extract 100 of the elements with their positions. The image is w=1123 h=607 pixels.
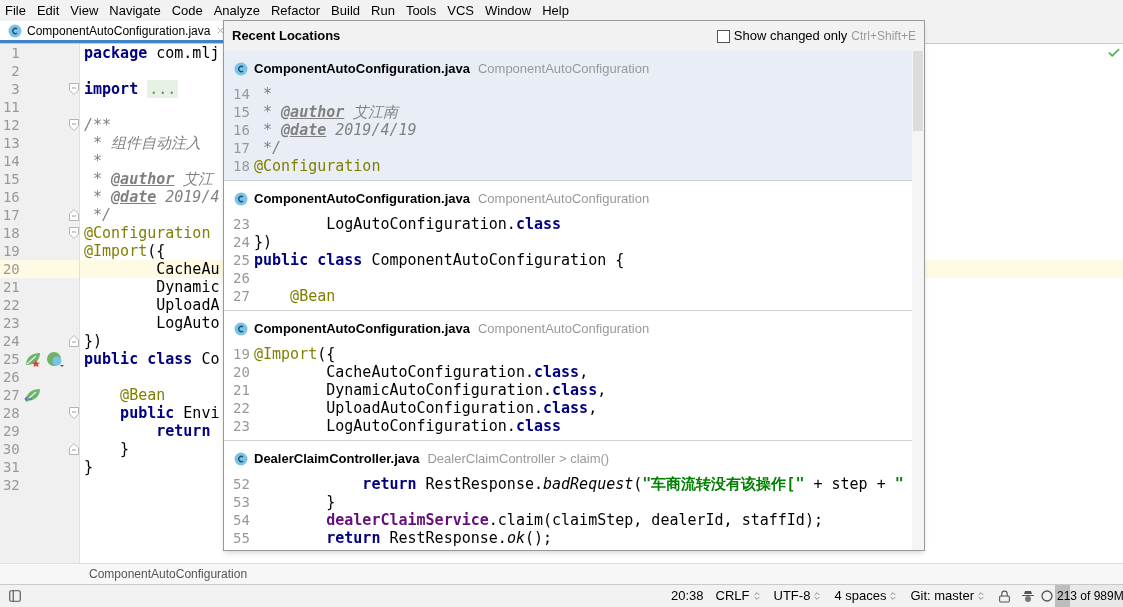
menu-item[interactable]: View (70, 0, 99, 21)
line-number: 32 (1, 475, 21, 495)
line-number: 24 (1, 331, 21, 351)
code-line: return RestResponse.ok(); (325, 529, 553, 547)
code-line: package com.mlj (84, 44, 220, 62)
menu-item[interactable]: Help (542, 0, 569, 21)
up-down-arrow-icon (812, 591, 823, 601)
menu-item[interactable]: VCS (447, 0, 474, 21)
line-number: 26 (1, 367, 21, 387)
line-number: 53 (232, 493, 251, 511)
menu-item[interactable]: Navigate (109, 0, 161, 21)
line-number: 52 (232, 475, 251, 493)
file-name: ComponentAutoConfiguration.java (254, 190, 470, 209)
status-item[interactable]: Git: master (910, 586, 986, 606)
menu-item[interactable]: Run (371, 0, 395, 21)
code-line: @Bean (289, 287, 336, 305)
line-number: 15 (1, 169, 21, 189)
code-line: * (92, 152, 103, 170)
line-number: 22 (1, 295, 21, 315)
code-line: UploadA (155, 296, 220, 314)
code-line: * @author 艾江 (92, 170, 214, 188)
menu-item[interactable]: Analyze (213, 0, 260, 21)
line-number: 28 (1, 403, 21, 423)
fold-icon[interactable] (69, 119, 79, 131)
file-name: ComponentAutoConfiguration.java (254, 320, 470, 339)
code-line: /** (84, 116, 112, 134)
bean-star-icon[interactable] (23, 351, 42, 367)
lock-icon[interactable] (998, 589, 1011, 603)
code-line: @Import({ (254, 345, 336, 363)
location-entry[interactable]: ComponentAutoConfiguration.java ComponentAutoConfiguration 23 LogAutoConfiguration.class 24 }) 25 public class ComponentAutoConfiguration { 26 27 @Bean (224, 181, 912, 311)
code-line: CacheAu (155, 260, 220, 278)
menu-item[interactable]: Tools (405, 0, 437, 21)
code-line: * 组件自动注入 (92, 134, 202, 152)
fold-icon[interactable] (69, 227, 79, 239)
code-line: } (325, 493, 336, 511)
inspector-icon[interactable] (1021, 589, 1035, 603)
code-line: * @date 2019/4 (92, 188, 220, 206)
code-line: }) (254, 233, 273, 251)
code-line: */ (92, 206, 112, 224)
class-icon (234, 322, 248, 336)
status-item[interactable]: 20:38 (671, 586, 704, 606)
line-number: 14 (232, 85, 251, 103)
checkbox-label[interactable]: Show changed only (733, 26, 848, 46)
code-line: } (84, 458, 94, 476)
panel-toggle-icon[interactable] (8, 589, 22, 603)
bean-arrow-icon[interactable] (23, 387, 42, 403)
location-entry[interactable] (224, 441, 912, 550)
file-name: DealerClaimController.java (254, 450, 420, 469)
fold-icon[interactable] (69, 335, 79, 347)
line-number: 14 (1, 151, 21, 171)
status-item[interactable]: CRLF (715, 586, 762, 606)
fold-icon[interactable] (69, 209, 79, 221)
code-line: DynamicAutoConfiguration.class, (325, 381, 607, 399)
code-line: public class Co (84, 350, 220, 368)
line-number: 54 (232, 511, 251, 529)
status-item[interactable]: UTF-8 (773, 586, 823, 606)
line-number: 23 (232, 417, 251, 435)
fold-icon[interactable] (69, 407, 79, 419)
breadcrumb[interactable]: ComponentAutoConfiguration (89, 565, 248, 583)
location-entry[interactable]: ComponentAutoConfiguration.java ComponentAutoConfiguration 14 * 15 * @author 艾江南 16 * @date 2019/4/19 17 */ 18 @Configuration (224, 51, 912, 181)
menu-item[interactable]: File (5, 0, 26, 21)
line-number: 25 (232, 251, 251, 269)
code-line: return RestResponse.badRequest("车商流转没有该操作[" + step + " (361, 475, 904, 493)
menu-item[interactable]: Code (171, 0, 203, 21)
code-line: public Envi (119, 404, 220, 422)
line-number: 13 (1, 133, 21, 153)
line-number: 17 (1, 205, 21, 225)
code-line: @Bean (119, 386, 166, 404)
memory-indicator[interactable]: 213 of 989M (1055, 585, 1123, 607)
menu-item[interactable]: Refactor (270, 0, 321, 21)
file-context: DealerClaimController > claim() (427, 450, 610, 469)
code-line: @Import({ (84, 242, 166, 260)
line-number: 30 (1, 439, 21, 459)
file-context: ComponentAutoConfiguration (477, 320, 650, 339)
line-number: 20 (1, 259, 21, 279)
line-number: 16 (1, 187, 21, 207)
scrollbar[interactable] (912, 51, 924, 550)
popup-title: Recent Locations (232, 27, 341, 46)
menu-item[interactable]: Build (331, 0, 360, 21)
menu-item[interactable]: Window (484, 0, 532, 21)
circle-icon[interactable] (1041, 590, 1053, 602)
shortcut-hint: Ctrl+Shift+E (851, 28, 916, 45)
line-number: 23 (232, 215, 251, 233)
file-name: ComponentAutoConfiguration.java (254, 60, 470, 79)
location-entry[interactable] (224, 311, 912, 441)
line-number: 2 (10, 61, 21, 81)
bean-class-icon[interactable] (45, 351, 64, 367)
checkbox[interactable] (716, 29, 730, 43)
code-line: LogAutoConfiguration.class (325, 215, 562, 233)
code-line: UploadAutoConfiguration.class, (325, 399, 598, 417)
up-down-arrow-icon (976, 591, 986, 601)
file-context: ComponentAutoConfiguration (477, 190, 650, 209)
code-line: }) (84, 332, 103, 350)
code-line: } (119, 440, 130, 458)
status-item[interactable]: 4 spaces (834, 586, 899, 606)
line-number: 12 (1, 115, 21, 135)
fold-icon[interactable] (69, 443, 79, 455)
check-icon (1107, 46, 1121, 60)
menu-item[interactable]: Edit (36, 0, 60, 21)
fold-icon[interactable] (69, 83, 79, 95)
